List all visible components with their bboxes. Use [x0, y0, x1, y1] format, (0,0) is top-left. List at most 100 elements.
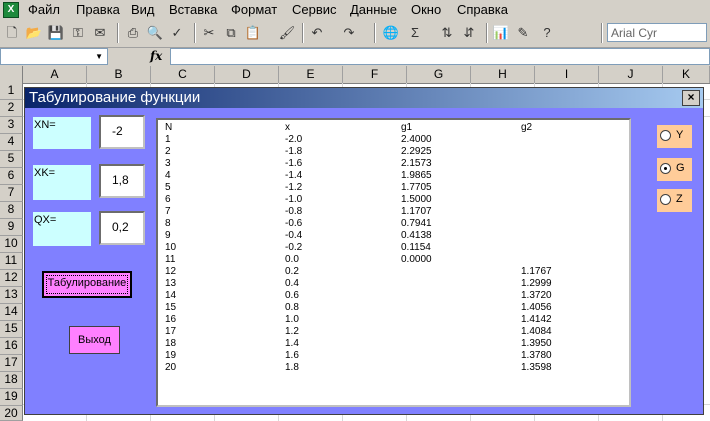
- row-header[interactable]: 18: [0, 372, 23, 389]
- print-icon[interactable]: ⎙: [124, 24, 142, 42]
- permission-icon[interactable]: ⚿: [69, 24, 87, 42]
- row-header[interactable]: 8: [0, 202, 23, 219]
- sort-ascending-icon[interactable]: ⇅: [438, 24, 456, 42]
- menu-file[interactable]: Файл: [28, 2, 60, 17]
- column-header-k[interactable]: K: [663, 66, 710, 83]
- column-header-d[interactable]: D: [215, 66, 279, 83]
- list-item[interactable]: 14 0.6 1.3720: [158, 290, 629, 302]
- list-item[interactable]: 7 -0.8 1.1707: [158, 206, 629, 218]
- column-header-g[interactable]: G: [407, 66, 471, 83]
- row-header[interactable]: 6: [0, 168, 23, 185]
- sort-descending-icon[interactable]: ⇵: [460, 24, 478, 42]
- exit-button[interactable]: Выход: [69, 326, 120, 354]
- radio-button[interactable]: [660, 130, 671, 141]
- save-icon[interactable]: 💾: [47, 24, 65, 42]
- row-header[interactable]: 11: [0, 253, 23, 270]
- help-icon[interactable]: ?: [538, 24, 556, 42]
- row-header[interactable]: 20: [0, 406, 23, 421]
- option-g[interactable]: G: [657, 158, 692, 181]
- menu-edit[interactable]: Правка: [76, 2, 120, 17]
- excel-app-icon[interactable]: X: [3, 2, 19, 18]
- chart-wizard-icon[interactable]: 📊: [492, 24, 510, 42]
- row-header[interactable]: 7: [0, 185, 23, 202]
- list-item[interactable]: 5 -1.2 1.7705: [158, 182, 629, 194]
- row-header[interactable]: 4: [0, 134, 23, 151]
- drawing-icon[interactable]: ✎: [514, 24, 532, 42]
- format-painter-icon[interactable]: 🖌: [278, 24, 296, 42]
- list-item[interactable]: 19 1.6 1.3780: [158, 350, 629, 362]
- formula-input[interactable]: [170, 48, 710, 65]
- radio-button[interactable]: [660, 163, 671, 174]
- column-header-b[interactable]: B: [87, 66, 151, 83]
- list-item[interactable]: 6 -1.0 1.5000: [158, 194, 629, 206]
- list-item[interactable]: 12 0.2 1.1767: [158, 266, 629, 278]
- menu-help[interactable]: Справка: [457, 2, 508, 17]
- list-item[interactable]: 13 0.4 1.2999: [158, 278, 629, 290]
- tabulate-button[interactable]: Табулирование: [42, 271, 132, 298]
- row-header[interactable]: 12: [0, 270, 23, 287]
- close-button[interactable]: ×: [682, 90, 700, 106]
- menu-tools[interactable]: Сервис: [292, 2, 337, 17]
- menu-insert[interactable]: Вставка: [169, 2, 217, 17]
- option-y[interactable]: Y: [657, 125, 692, 148]
- select-all-corner[interactable]: [0, 66, 23, 83]
- row-header[interactable]: 3: [0, 117, 23, 134]
- row-header[interactable]: 13: [0, 287, 23, 304]
- list-item[interactable]: 1 -2.0 2.4000: [158, 134, 629, 146]
- menu-format[interactable]: Формат: [231, 2, 277, 17]
- xk-input[interactable]: 1,8: [99, 164, 145, 198]
- spelling-icon[interactable]: ✓: [168, 24, 186, 42]
- list-item[interactable]: 9 -0.4 0.4138: [158, 230, 629, 242]
- row-header[interactable]: 9: [0, 219, 23, 236]
- row-header[interactable]: 16: [0, 338, 23, 355]
- column-header-h[interactable]: H: [471, 66, 535, 83]
- list-header[interactable]: Nx g1 g2: [158, 122, 629, 134]
- menu-view[interactable]: Вид: [131, 2, 155, 17]
- option-z[interactable]: Z: [657, 189, 692, 212]
- font-name-select[interactable]: Arial Cyr: [607, 23, 707, 42]
- new-document-icon[interactable]: 🗋: [3, 24, 21, 42]
- undo-icon[interactable]: ↶: [308, 24, 326, 42]
- column-header-j[interactable]: J: [599, 66, 663, 83]
- menu-window[interactable]: Окно: [411, 2, 441, 17]
- dialog-titlebar[interactable]: Табулирование функции ×: [25, 88, 703, 108]
- paste-icon[interactable]: 📋: [244, 24, 262, 42]
- name-box[interactable]: ▼: [0, 48, 108, 65]
- results-listbox[interactable]: Nx g1 g2 1 -2.0 2.4000 2 -1.8 2.2925 3 -1.6 2.1573 4…: [156, 118, 631, 407]
- chevron-down-icon[interactable]: ▼: [95, 52, 103, 61]
- row-header[interactable]: 19: [0, 389, 23, 406]
- cut-icon[interactable]: ✂: [200, 24, 218, 42]
- column-header-i[interactable]: I: [535, 66, 599, 83]
- row-header[interactable]: 17: [0, 355, 23, 372]
- column-header-e[interactable]: E: [279, 66, 343, 83]
- list-item[interactable]: 18 1.4 1.3950: [158, 338, 629, 350]
- copy-icon[interactable]: ⧉: [222, 24, 240, 42]
- list-item[interactable]: 20 1.8 1.3598: [158, 362, 629, 374]
- list-item[interactable]: 8 -0.6 0.7941: [158, 218, 629, 230]
- list-item[interactable]: 4 -1.4 1.9865: [158, 170, 629, 182]
- column-header-c[interactable]: C: [151, 66, 215, 83]
- autosum-icon[interactable]: Σ: [406, 24, 424, 42]
- row-header[interactable]: 5: [0, 151, 23, 168]
- open-folder-icon[interactable]: 📂: [25, 24, 43, 42]
- email-icon[interactable]: ✉: [91, 24, 109, 42]
- qx-input[interactable]: 0,2: [99, 211, 145, 245]
- column-header-f[interactable]: F: [343, 66, 407, 83]
- menu-data[interactable]: Данные: [350, 2, 397, 17]
- row-header[interactable]: 14: [0, 304, 23, 321]
- list-item[interactable]: 10 -0.2 0.1154: [158, 242, 629, 254]
- row-header[interactable]: 1: [0, 83, 23, 100]
- radio-button[interactable]: [660, 194, 671, 205]
- row-header[interactable]: 10: [0, 236, 23, 253]
- list-item[interactable]: 17 1.2 1.4084: [158, 326, 629, 338]
- xn-input[interactable]: -2: [99, 115, 145, 149]
- list-item[interactable]: 16 1.0 1.4142: [158, 314, 629, 326]
- list-item[interactable]: 3 -1.6 2.1573: [158, 158, 629, 170]
- print-preview-icon[interactable]: 🔍: [146, 24, 164, 42]
- redo-icon[interactable]: ↷: [340, 24, 358, 42]
- row-header[interactable]: 2: [0, 100, 23, 117]
- list-item[interactable]: 2 -1.8 2.2925: [158, 146, 629, 158]
- list-item[interactable]: 11 0.0 0.0000: [158, 254, 629, 266]
- column-header-a[interactable]: A: [23, 66, 87, 83]
- hyperlink-icon[interactable]: 🌐: [382, 24, 400, 42]
